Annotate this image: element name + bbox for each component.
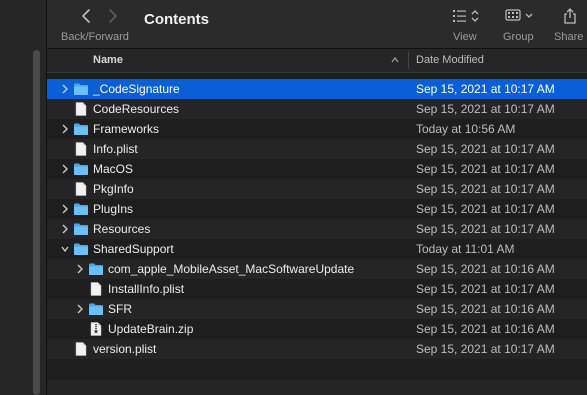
date-modified: Sep 15, 2021 at 10:16 AM <box>416 302 555 316</box>
chevron-right-icon <box>109 9 117 23</box>
document-icon <box>75 342 87 356</box>
file-row[interactable]: Frameworks Today at 10:56 AM <box>47 119 587 139</box>
group-label: Group <box>503 31 534 43</box>
disclosure-collapsed-icon[interactable] <box>61 204 69 214</box>
file-name: SFR <box>108 302 132 316</box>
file-name: PlugIns <box>93 202 134 216</box>
date-modified: Sep 15, 2021 at 10:17 AM <box>416 222 555 236</box>
date-modified: Sep 15, 2021 at 10:17 AM <box>416 102 555 116</box>
file-row[interactable]: Resources Sep 15, 2021 at 10:17 AM <box>47 219 587 239</box>
date-modified: Sep 15, 2021 at 10:17 AM <box>416 142 555 156</box>
file-name: _CodeSignature <box>93 82 180 96</box>
window-title: Contents <box>144 11 209 28</box>
file-name: Frameworks <box>93 122 160 136</box>
sort-ascending-icon[interactable] <box>390 55 400 65</box>
file-name: UpdateBrain.zip <box>108 322 194 336</box>
file-name: version.plist <box>93 342 157 356</box>
column-divider[interactable] <box>408 52 409 69</box>
forward-button[interactable] <box>102 6 122 26</box>
share-label: Share <box>554 31 584 43</box>
date-modified: Sep 15, 2021 at 10:16 AM <box>416 322 555 336</box>
file-row[interactable]: SFR Sep 15, 2021 at 10:16 AM <box>47 299 587 319</box>
folder-icon <box>74 243 88 255</box>
name-column-header[interactable]: Name <box>93 54 123 66</box>
group-grid-icon <box>505 9 533 21</box>
document-icon <box>75 182 87 196</box>
disclosure-collapsed-icon[interactable] <box>61 164 69 174</box>
view-label: View <box>453 31 477 43</box>
sidebar-scrollbar[interactable] <box>33 50 40 395</box>
sidebar-strip <box>0 0 47 395</box>
back-forward-label: Back/Forward <box>61 31 129 43</box>
file-row[interactable]: UpdateBrain.zip Sep 15, 2021 at 10:16 AM <box>47 319 587 339</box>
toolbar: Back/Forward Contents View Group Share <box>47 0 587 49</box>
date-modified-column-header[interactable]: Date Modified <box>416 54 484 66</box>
zip-file-icon <box>90 322 102 336</box>
file-name: PkgInfo <box>93 182 134 196</box>
folder-icon <box>74 203 88 215</box>
disclosure-collapsed-icon[interactable] <box>61 84 69 94</box>
folder-icon <box>74 83 88 95</box>
date-modified: Sep 15, 2021 at 10:17 AM <box>416 202 555 216</box>
file-name: CodeResources <box>93 102 180 116</box>
file-name: Info.plist <box>93 142 138 156</box>
file-row[interactable]: com_apple_MobileAsset_MacSoftwareUpdate S… <box>47 259 587 279</box>
back-button[interactable] <box>77 6 97 26</box>
file-row[interactable]: _CodeSignature Sep 15, 2021 at 10:17 AM <box>47 79 587 99</box>
date-modified: Sep 15, 2021 at 10:17 AM <box>416 182 555 196</box>
folder-icon <box>89 303 103 315</box>
file-row[interactable]: InstallInfo.plist Sep 15, 2021 at 10:17 A… <box>47 279 587 299</box>
file-name: com_apple_MobileAsset_MacSoftwareUpdate <box>108 262 355 276</box>
folder-icon <box>74 223 88 235</box>
file-row[interactable]: PlugIns Sep 15, 2021 at 10:17 AM <box>47 199 587 219</box>
view-button[interactable]: View <box>447 0 487 48</box>
disclosure-expanded-icon[interactable] <box>61 244 69 254</box>
group-button[interactable]: Group <box>502 0 542 48</box>
disclosure-collapsed-icon[interactable] <box>76 304 84 314</box>
column-header: Name Date Modified <box>47 49 587 73</box>
date-modified: Today at 10:56 AM <box>416 122 516 136</box>
file-row[interactable]: SharedSupport Today at 11:01 AM <box>47 239 587 259</box>
date-modified: Today at 11:01 AM <box>416 242 515 256</box>
folder-icon <box>74 163 88 175</box>
chevron-left-icon <box>82 9 90 23</box>
file-name: SharedSupport <box>93 242 174 256</box>
date-modified: Sep 15, 2021 at 10:17 AM <box>416 162 555 176</box>
share-button[interactable]: Share <box>550 0 587 48</box>
file-row[interactable]: MacOS Sep 15, 2021 at 10:17 AM <box>47 159 587 179</box>
document-icon <box>90 282 102 296</box>
list-view-icon <box>453 10 479 22</box>
file-row[interactable]: version.plist Sep 15, 2021 at 10:17 AM <box>47 339 587 359</box>
disclosure-collapsed-icon[interactable] <box>61 224 69 234</box>
disclosure-collapsed-icon[interactable] <box>76 264 84 274</box>
document-icon <box>75 102 87 116</box>
file-row[interactable]: PkgInfo Sep 15, 2021 at 10:17 AM <box>47 179 587 199</box>
date-modified: Sep 15, 2021 at 10:17 AM <box>416 282 555 296</box>
folder-icon <box>89 263 103 275</box>
empty-row <box>47 380 587 395</box>
file-name: Resources <box>93 222 151 236</box>
folder-icon <box>74 123 88 135</box>
file-row[interactable]: Info.plist Sep 15, 2021 at 10:17 AM <box>47 139 587 159</box>
file-list: _CodeSignature Sep 15, 2021 at 10:17 AM Co… <box>47 79 587 359</box>
file-name: MacOS <box>93 162 134 176</box>
date-modified: Sep 15, 2021 at 10:16 AM <box>416 262 555 276</box>
date-modified: Sep 15, 2021 at 10:17 AM <box>416 342 555 356</box>
share-icon <box>564 8 576 24</box>
file-name: InstallInfo.plist <box>108 282 185 296</box>
disclosure-collapsed-icon[interactable] <box>61 124 69 134</box>
document-icon <box>75 142 87 156</box>
date-modified: Sep 15, 2021 at 10:17 AM <box>416 82 555 96</box>
file-row[interactable]: CodeResources Sep 15, 2021 at 10:17 AM <box>47 99 587 119</box>
